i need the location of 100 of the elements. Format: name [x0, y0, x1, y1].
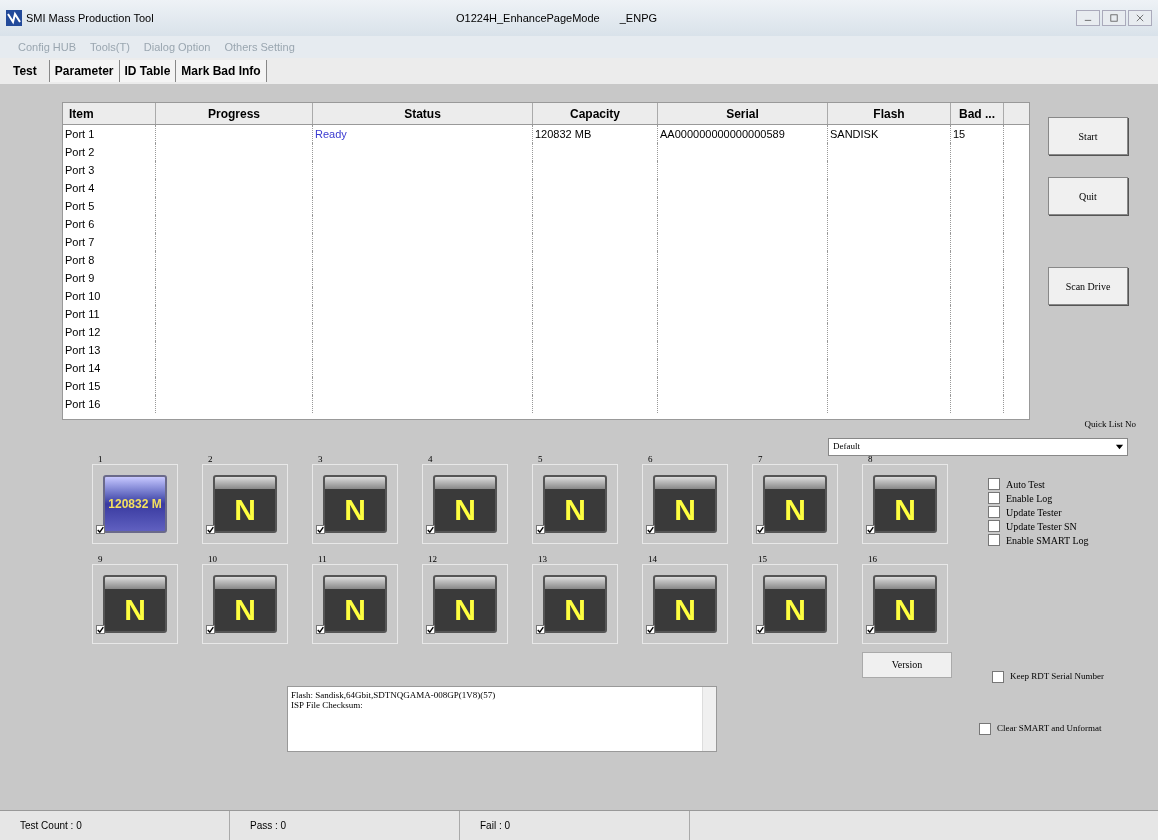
checkbox[interactable] [426, 625, 435, 634]
checkbox[interactable] [756, 525, 765, 534]
table-cell: Port 5 [65, 200, 95, 212]
check-icon [427, 625, 434, 634]
tab[interactable]: ID Table [119, 60, 177, 82]
tab[interactable]: Parameter [49, 60, 120, 82]
port-tile[interactable]: N [752, 463, 838, 544]
table-cell: Port 15 [65, 380, 101, 392]
port-tile[interactable]: N [422, 563, 508, 644]
checkbox[interactable] [426, 525, 435, 534]
table-cell: 120832 MB [535, 128, 592, 140]
maximize-icon[interactable] [1102, 10, 1126, 26]
checkbox[interactable] [988, 492, 1000, 504]
port-tile[interactable]: N [862, 563, 948, 644]
check-icon [647, 625, 654, 634]
window-mode: _ENPG [619, 10, 658, 26]
close-icon[interactable] [1128, 10, 1152, 26]
drive-empty-display: N [433, 574, 497, 633]
check-icon [867, 625, 874, 634]
port-number: 12 [427, 553, 438, 564]
checkbox[interactable] [979, 722, 991, 735]
quick-list-label: Quick List No [1084, 418, 1136, 431]
port-number: 16 [867, 553, 878, 564]
checkbox[interactable] [96, 625, 105, 634]
column-header[interactable]: Bad ... [951, 103, 1004, 124]
port-tile[interactable]: N [422, 463, 508, 544]
checkbox[interactable] [316, 525, 325, 534]
port-tile[interactable]: N [862, 463, 948, 544]
action-button[interactable]: Start [1048, 117, 1128, 155]
checkbox[interactable] [96, 525, 105, 534]
port-number: 8 [867, 453, 874, 464]
check-icon [647, 525, 654, 534]
version-button[interactable]: Version [862, 651, 952, 678]
log-line: Flash: Sandisk,64Gbit,SDTNQGAMA-008GP(1V8)(57) [291, 689, 497, 700]
column-header[interactable]: Capacity [533, 103, 658, 124]
check-icon [427, 525, 434, 534]
port-tile[interactable]: N [642, 463, 728, 544]
port-number: 15 [757, 553, 768, 564]
checkbox[interactable] [206, 625, 215, 634]
scrollbar[interactable] [702, 686, 716, 751]
checkbox[interactable] [992, 670, 1004, 683]
port-tile[interactable]: N [92, 563, 178, 644]
log-line: ISP File Checksum: [291, 699, 363, 710]
port-number: 6 [647, 453, 654, 464]
table-cell: Port 16 [65, 398, 101, 410]
port-number: 11 [317, 553, 328, 564]
table-cell: Port 12 [65, 326, 101, 338]
checkbox[interactable] [988, 506, 1000, 518]
option-label: Clear SMART and Unformat [997, 721, 1102, 735]
port-tile[interactable]: 120832 M [92, 463, 178, 544]
table-cell: Port 13 [65, 344, 101, 356]
port-tile[interactable]: N [202, 463, 288, 544]
port-tile[interactable]: N [642, 563, 728, 644]
port-number: 7 [757, 453, 764, 464]
checkbox[interactable] [646, 625, 655, 634]
port-tile[interactable]: N [312, 463, 398, 544]
check-icon [757, 525, 764, 534]
checkbox[interactable] [756, 625, 765, 634]
option-label: Keep RDT Serial Number [1010, 670, 1105, 683]
checkbox[interactable] [988, 520, 1000, 532]
column-header[interactable]: Item [63, 103, 156, 124]
check-icon [537, 525, 544, 534]
checkbox[interactable] [866, 625, 875, 634]
log-box[interactable]: Flash: Sandisk,64Gbit,SDTNQGAMA-008GP(1V8)(57) ISP File Checksum: [287, 685, 717, 752]
port-number: 4 [427, 453, 434, 464]
checkbox[interactable] [536, 525, 545, 534]
table-cell: 15 [953, 128, 966, 140]
dropdown-arrow-icon [1115, 442, 1124, 451]
checkbox[interactable] [866, 525, 875, 534]
drive-empty-display: N [323, 474, 387, 533]
action-button[interactable]: Quit [1048, 177, 1128, 215]
option-label: Enable Log [1006, 491, 1053, 505]
checkbox[interactable] [206, 525, 215, 534]
quick-list-dropdown[interactable]: Default [828, 437, 1128, 456]
column-header[interactable]: Progress [156, 103, 313, 124]
checkbox[interactable] [646, 525, 655, 534]
check-icon [97, 525, 104, 534]
drive-empty-display: N [213, 474, 277, 533]
checkbox[interactable] [316, 625, 325, 634]
port-tile[interactable]: N [202, 563, 288, 644]
drive-empty-display: N [213, 574, 277, 633]
column-header[interactable]: Status [313, 103, 533, 124]
port-tile[interactable]: N [752, 563, 838, 644]
window-subtitle: O1224H_EnhancePageMode [456, 10, 600, 26]
app-logo-icon [6, 10, 22, 26]
status-text: Test Count : 0 [0, 811, 230, 840]
table-cell: Port 2 [65, 146, 95, 158]
checkbox[interactable] [536, 625, 545, 634]
drive-empty-display: N [873, 474, 937, 533]
port-tile[interactable]: N [532, 563, 618, 644]
column-header[interactable]: Flash [828, 103, 951, 124]
table-cell: AA000000000000000589 [660, 128, 785, 140]
action-button[interactable]: Scan Drive [1048, 267, 1128, 305]
column-header[interactable]: Serial [658, 103, 828, 124]
table-cell: Port 14 [65, 362, 101, 374]
checkbox[interactable] [988, 478, 1000, 490]
tab[interactable]: Mark Bad Info [176, 60, 267, 82]
checkbox[interactable] [988, 534, 1000, 546]
port-tile[interactable]: N [312, 563, 398, 644]
port-tile[interactable]: N [532, 463, 618, 544]
